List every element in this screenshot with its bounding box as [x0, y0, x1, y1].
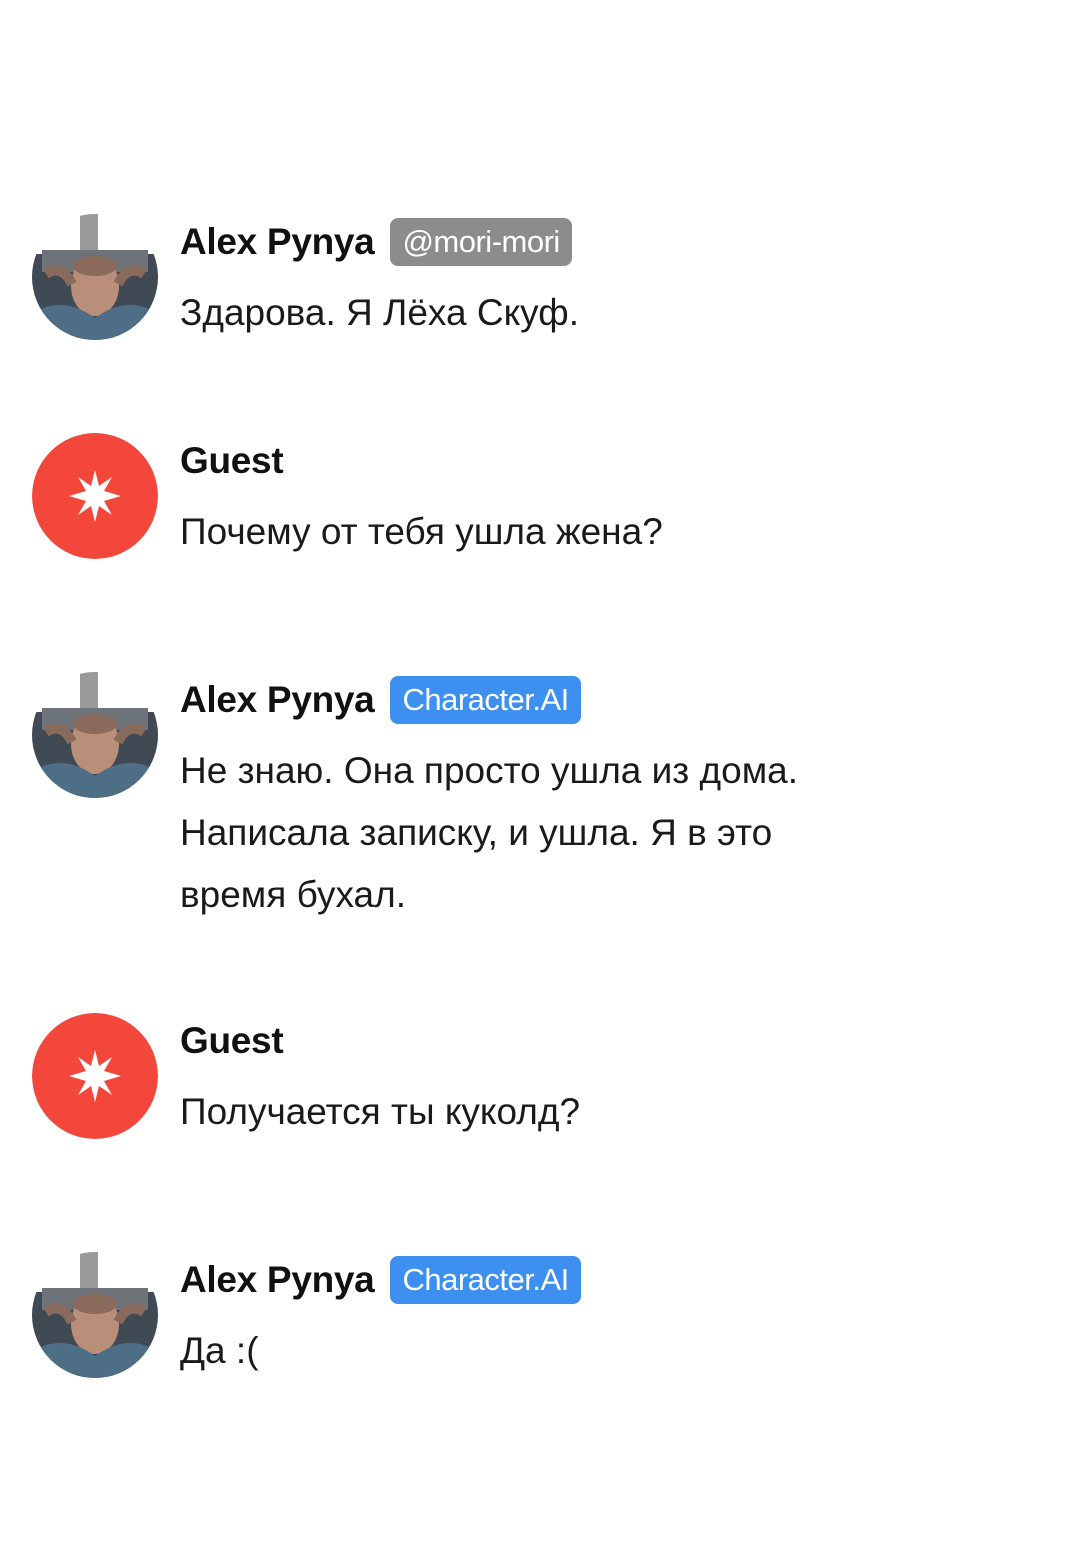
star-burst-icon [32, 433, 158, 559]
author-name: Guest [180, 440, 284, 481]
person-photo-icon [32, 214, 158, 340]
avatar-alex[interactable] [32, 214, 158, 340]
message-text: Получается ты куколд? [180, 1091, 581, 1132]
user-handle-badge: @mori-mori [390, 218, 572, 266]
author-name: Guest [180, 1020, 284, 1061]
avatar-alex[interactable] [32, 672, 158, 798]
author-name: Alex Pynya [180, 679, 375, 720]
message-text: Здарова. Я Лёха Скуф. [180, 292, 579, 333]
person-photo-icon [32, 672, 158, 798]
avatar-alex[interactable] [32, 1252, 158, 1378]
author-name: Alex Pynya [180, 221, 375, 262]
message-text: Почему от тебя ушла жена? [180, 511, 663, 552]
character-ai-badge: Character.AI [390, 1256, 581, 1304]
avatar-guest[interactable] [32, 1013, 158, 1139]
character-ai-badge: Character.AI [390, 676, 581, 724]
star-burst-icon [32, 1013, 158, 1139]
message-text: Не знаю. Она просто ушла из дома. Написа… [180, 750, 799, 915]
author-name: Alex Pynya [180, 1259, 375, 1300]
message-text: Да :( [180, 1330, 259, 1371]
avatar-guest[interactable] [32, 433, 158, 559]
person-photo-icon [32, 1252, 158, 1378]
chat-transcript: Alex Pynya @mori-mori Здарова. Я Лёха Ск… [0, 0, 1080, 1552]
